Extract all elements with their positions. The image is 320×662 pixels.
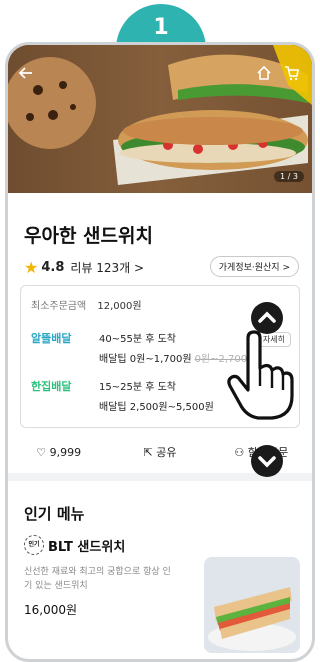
alddeul-tip-label: 배달팁 0원~1,700원 [99,354,192,365]
popular-menu-title: 인기 메뉴 [24,505,85,523]
heart-icon: ♡ [36,445,47,459]
add-person-icon: ⚇ [234,446,245,459]
alddeul-time: 40~55분 후 도착 [99,334,176,345]
store-name: 우아한 샌드위치 [24,225,153,247]
scroll-down-button[interactable] [251,445,283,477]
pointing-hand-icon [224,330,296,426]
menu-item-description: 신선한 재료와 최고의 궁합으로 항상 인기 있는 샌드위치 [24,567,171,591]
menu-item-price: 16,000원 [24,603,78,617]
image-counter: 1 / 3 [274,171,304,182]
store-info-button[interactable]: 가게정보·원산지 > [209,256,299,277]
hanjip-time: 15~25분 후 도착 [99,382,176,393]
min-order-label: 최소주문금액 [31,301,87,312]
rating-score: 4.8 [41,260,65,275]
alddeul-delivery-label: 알뜰배달 [31,332,72,345]
review-link[interactable]: 리뷰 123개 > [70,259,144,276]
menu-item-image[interactable] [204,557,300,653]
like-count: 9,999 [49,445,82,459]
share-button[interactable]: ⇱ 공유 [109,444,210,460]
menu-item-name: BLT 샌드위치 [48,539,126,555]
share-icon: ⇱ [143,446,153,459]
store-hero-image[interactable]: 1 / 3 [8,45,312,193]
popular-badge-icon: 인기 [24,535,44,555]
hanjip-delivery-label: 한집배달 [31,380,72,393]
like-button[interactable]: ♡ 9,999 [8,446,109,459]
chevron-down-icon [258,456,276,468]
hanjip-tip: 배달팁 2,500원~5,500원 [99,402,214,413]
menu-item-name-row: 인기 BLT 샌드위치 [24,535,204,555]
share-label: 공유 [156,446,177,459]
delivery-option-alddeul: 알뜰배달 40~55분 후 도착 배달팁 0원~1,700원 0원~2,700원 [31,330,256,365]
min-order-value: 12,000원 [97,301,142,312]
menu-item[interactable]: 인기 BLT 샌드위치 신선한 재료와 최고의 궁합으로 항상 인기 있는 샌드… [24,535,204,618]
min-order-row: 최소주문금액 12,000원 [31,297,142,312]
delivery-option-hanjip: 한집배달 15~25분 후 도착 배달팁 2,500원~5,500원 [31,378,214,413]
rating-row[interactable]: ★ 4.8 리뷰 123개 > [24,258,144,277]
star-icon: ★ [24,258,39,277]
